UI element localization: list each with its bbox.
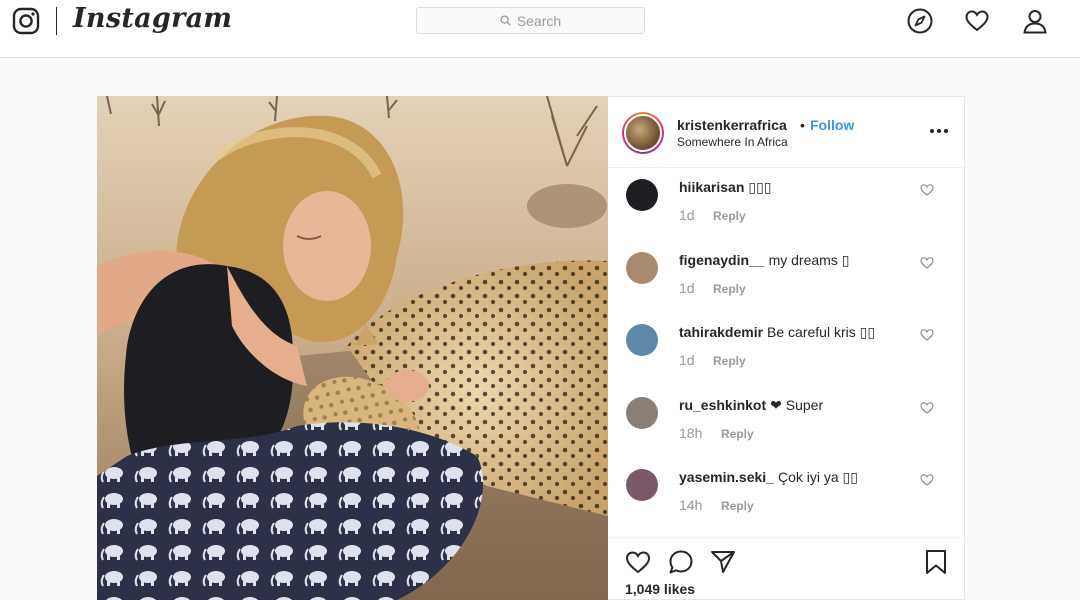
author-avatar[interactable] — [622, 112, 664, 154]
post-photo[interactable] — [97, 96, 608, 600]
commenter-username[interactable]: ru_eshkinkot — [679, 397, 766, 413]
post-panel: kristenkerrafrica • Follow Somewhere In … — [608, 96, 965, 600]
like-heart-icon[interactable] — [624, 548, 652, 576]
like-comment-heart-icon[interactable] — [920, 183, 934, 197]
comment-age: 1d — [679, 207, 695, 223]
explore-compass-icon[interactable] — [907, 8, 933, 34]
commenter-avatar[interactable] — [626, 251, 658, 284]
like-comment-heart-icon[interactable] — [920, 473, 934, 487]
like-comment-heart-icon[interactable] — [920, 256, 934, 270]
comment-text: tahirakdemir Be careful kris ▯▯ — [679, 324, 876, 341]
comment-item: ru_eshkinkot ❤ Super 18h Reply — [608, 387, 964, 460]
reply-button[interactable]: Reply — [721, 427, 754, 441]
commenter-avatar[interactable] — [626, 179, 658, 211]
activity-heart-icon[interactable] — [964, 8, 990, 34]
comment-age: 1d — [679, 279, 695, 296]
save-bookmark-icon[interactable] — [922, 548, 950, 576]
commenter-avatar[interactable] — [626, 324, 658, 357]
commenter-username[interactable]: figenaydin__ — [679, 252, 765, 268]
comment-text: figenaydin__ my dreams ▯ — [679, 251, 850, 268]
likes-count[interactable]: 1,049 likes — [625, 581, 695, 597]
reply-button[interactable]: Reply — [721, 499, 754, 513]
like-comment-heart-icon[interactable] — [920, 328, 934, 342]
comment-list[interactable]: hiikarisan ▯▯▯ 1d Reply figenaydin__ my dr… — [608, 169, 964, 537]
comment-text: ru_eshkinkot ❤ Super — [679, 396, 824, 413]
search-input[interactable]: Search — [416, 7, 645, 34]
commenter-username[interactable]: tahirakdemir — [679, 324, 763, 340]
author-username[interactable]: kristenkerrafrica — [677, 117, 787, 133]
comment-age: 1d — [679, 352, 695, 369]
comment-item: figenaydin__ my dreams ▯ 1d Reply — [608, 242, 964, 315]
commenter-username[interactable]: hiikarisan — [679, 179, 744, 195]
instagram-glyph-icon[interactable] — [12, 7, 40, 35]
post-actions: 1,049 likes — [608, 537, 964, 600]
commenter-avatar[interactable] — [626, 469, 658, 502]
search-icon — [500, 15, 511, 26]
more-options-icon[interactable] — [928, 121, 950, 141]
comment-text: hiikarisan ▯▯▯ — [679, 179, 772, 195]
like-comment-heart-icon[interactable] — [920, 401, 934, 415]
share-paper-plane-icon[interactable] — [709, 548, 737, 576]
post-header: kristenkerrafrica • Follow Somewhere In … — [608, 97, 964, 168]
reply-button[interactable]: Reply — [713, 282, 746, 296]
comment-item: tahirakdemir Be careful kris ▯▯ 1d Reply — [608, 314, 964, 387]
commenter-avatar[interactable] — [626, 396, 658, 429]
comment-age: 14h — [679, 497, 703, 514]
comment-item: hiikarisan ▯▯▯ 1d Reply — [608, 169, 964, 242]
comment-bubble-icon[interactable] — [667, 548, 695, 576]
separator-dot: • — [800, 117, 805, 133]
reply-button[interactable]: Reply — [713, 354, 746, 368]
commenter-username[interactable]: yasemin.seki_ — [679, 469, 774, 485]
post-location[interactable]: Somewhere In Africa — [677, 135, 788, 149]
top-nav: Instagram Search — [0, 0, 1080, 58]
instagram-wordmark[interactable]: Instagram — [73, 3, 232, 34]
profile-icon[interactable] — [1022, 8, 1048, 34]
follow-button[interactable]: Follow — [810, 117, 854, 133]
comment-item: yasemin.seki_ Çok iyi ya ▯▯ 14h Reply — [608, 459, 964, 532]
search-placeholder: Search — [516, 12, 562, 29]
comment-age: 18h — [679, 424, 703, 441]
reply-button[interactable]: Reply — [713, 209, 746, 223]
comment-text: yasemin.seki_ Çok iyi ya ▯▯ — [679, 469, 858, 486]
logo-divider — [56, 7, 57, 35]
